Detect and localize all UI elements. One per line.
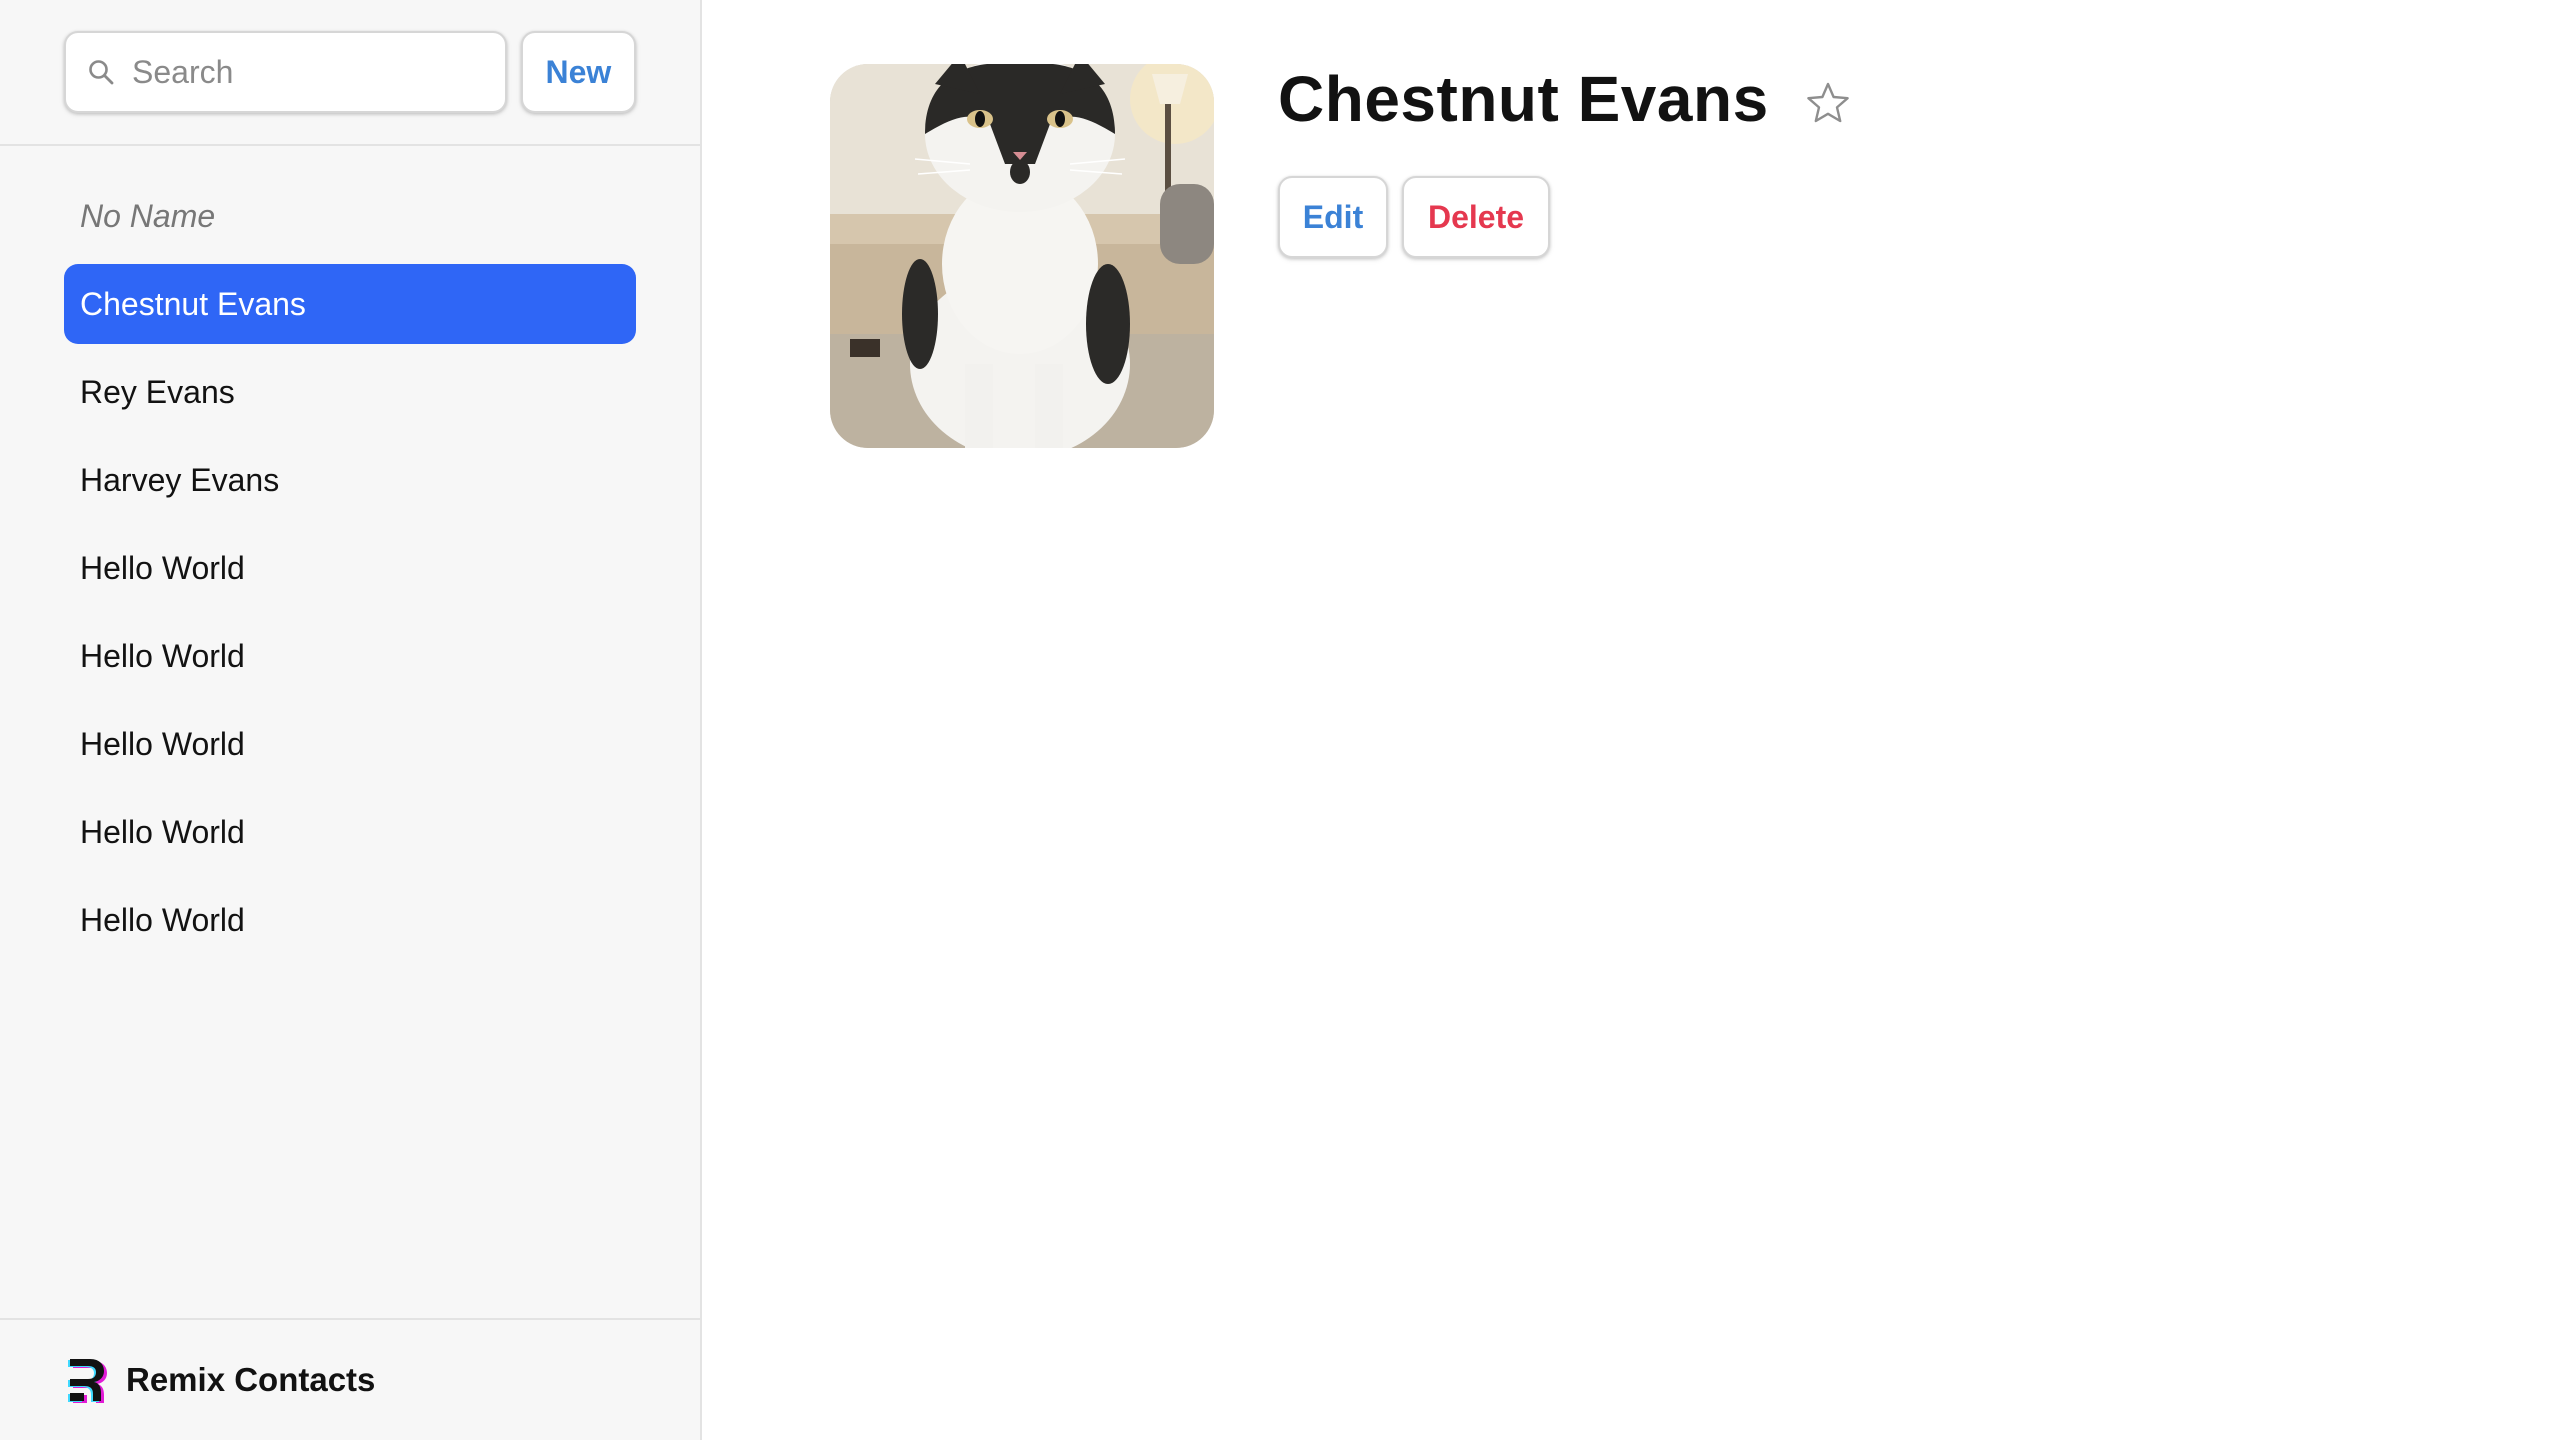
remix-logo-icon[interactable] [64,1355,110,1405]
contact-item-hello-world[interactable]: Hello World [64,528,636,608]
app-root: New No Name Chestnut Evans Rey Evans Har… [0,0,2560,1440]
cat-photo [830,64,1214,448]
contact-name: Chestnut Evans [1278,63,1769,135]
edit-button[interactable]: Edit [1278,176,1388,258]
search-box[interactable] [64,31,507,113]
contact-header: Chestnut Evans [1278,62,1851,136]
star-outline-icon[interactable] [1805,80,1851,126]
contact-item-hello-world[interactable]: Hello World [64,616,636,696]
contact-item-hello-world[interactable]: Hello World [64,880,636,960]
contact-avatar [830,64,1214,448]
contact-item-harvey-evans[interactable]: Harvey Evans [64,440,636,520]
contact-item-chestnut-evans[interactable]: Chestnut Evans [64,264,636,344]
contact-item-hello-world[interactable]: Hello World [64,792,636,872]
sidebar-footer: Remix Contacts [0,1318,700,1440]
contact-list: No Name Chestnut Evans Rey Evans Harvey … [0,146,700,968]
sidebar: New No Name Chestnut Evans Rey Evans Har… [0,0,702,1440]
delete-button[interactable]: Delete [1402,176,1550,258]
contact-item-hello-world[interactable]: Hello World [64,704,636,784]
new-contact-button[interactable]: New [520,31,636,113]
contact-item-no-name[interactable]: No Name [64,176,636,256]
app-name[interactable]: Remix Contacts [126,1361,375,1399]
search-input[interactable] [130,52,474,92]
contact-detail: Chestnut Evans Edit Delete [702,0,2560,1440]
search-icon [89,60,114,85]
contact-actions: Edit Delete [1278,176,1550,258]
sidebar-header: New [0,0,700,146]
contact-item-rey-evans[interactable]: Rey Evans [64,352,636,432]
